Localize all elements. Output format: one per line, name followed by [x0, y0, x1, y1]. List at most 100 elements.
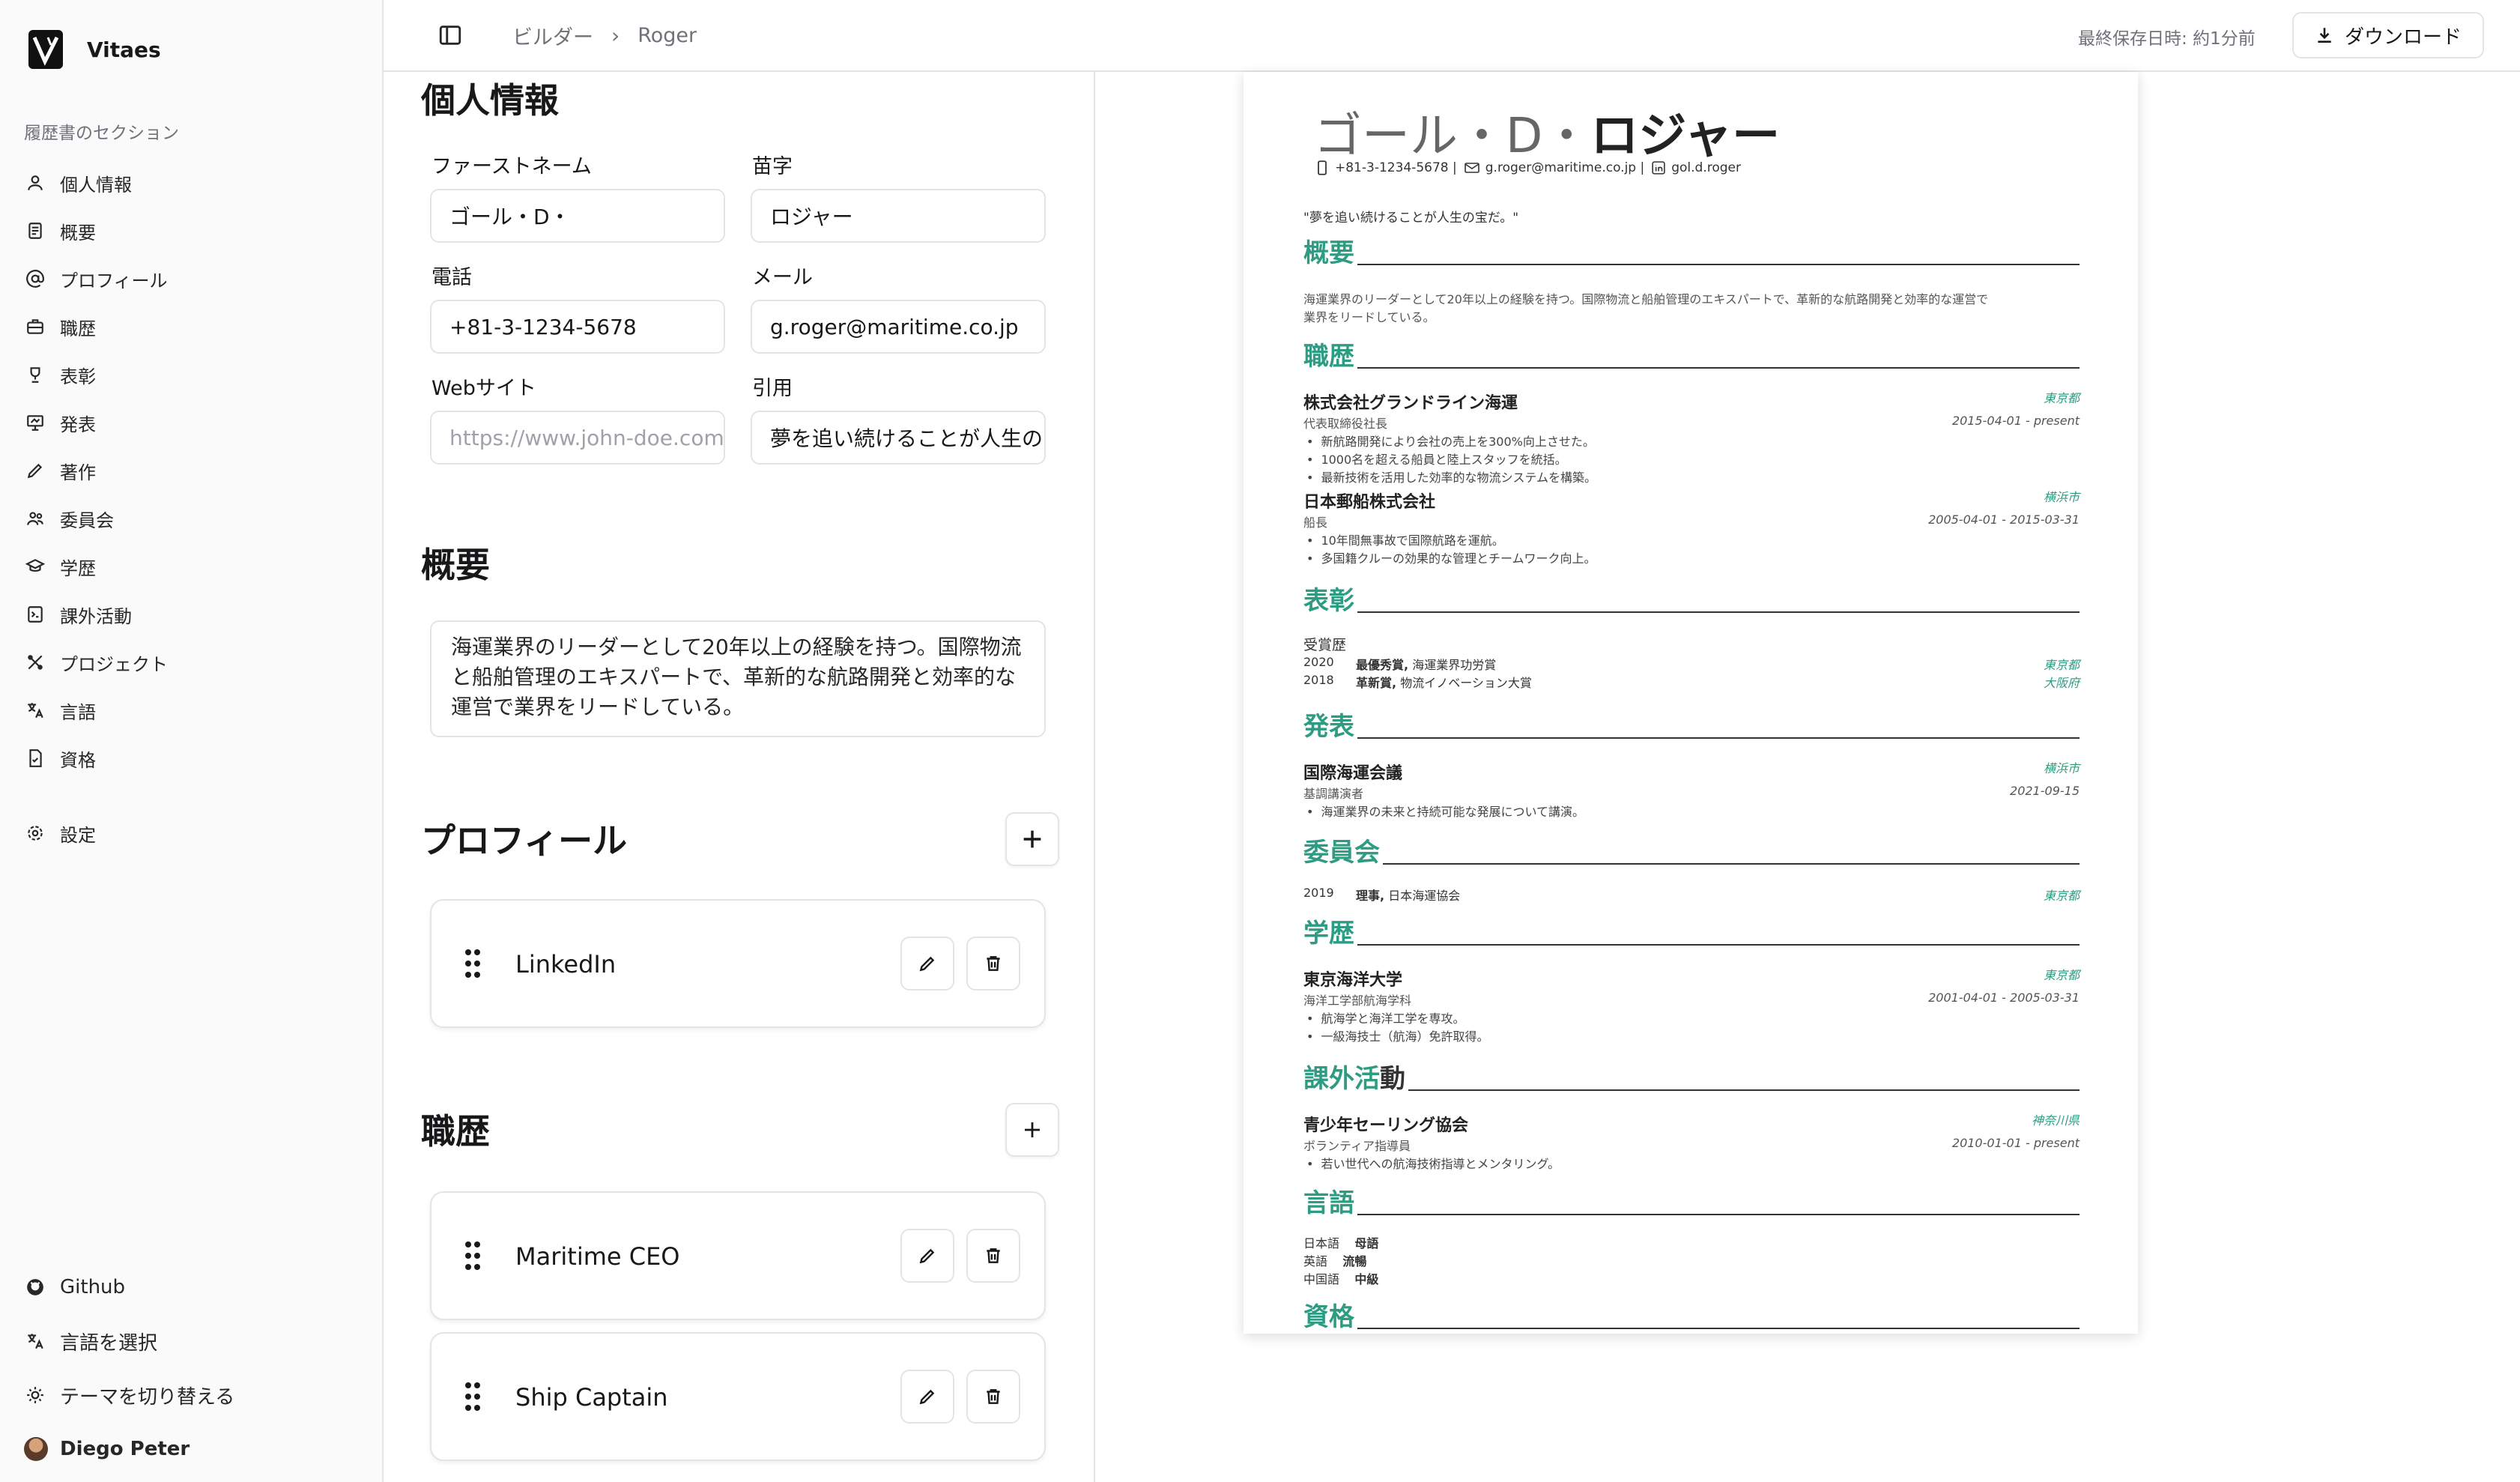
resume-award-year: 2018 — [1303, 673, 1334, 687]
activity-icon — [24, 603, 46, 626]
trash-icon — [987, 956, 1000, 971]
language-select[interactable]: 言語を選択 — [24, 1314, 234, 1368]
resume-edu-location: 東京都 — [2043, 968, 2080, 982]
resume-awards-subheading: 受賞歴 — [1303, 637, 1347, 653]
presentation-icon — [24, 411, 46, 434]
resume-award-location: 大阪府 — [2043, 676, 2080, 690]
sidebar-footer: Github 言語を選択 テーマを切り替える Diego Peter — [24, 1260, 234, 1476]
nav-activities[interactable]: 課外活動 — [24, 590, 168, 638]
certificate-icon — [24, 747, 46, 769]
delete-button[interactable] — [966, 1229, 1020, 1283]
nav-settings[interactable]: 設定 — [24, 809, 96, 857]
nav-label: 概要 — [60, 222, 96, 244]
plus-icon — [1023, 830, 1041, 848]
sun-icon — [24, 1384, 46, 1406]
resume-phone[interactable]: +81-3-1234-5678 | — [1315, 160, 1457, 175]
resume-linkedin[interactable]: gol.d.roger — [1652, 160, 1741, 175]
document-icon — [24, 220, 46, 242]
nav-label: 言語 — [60, 701, 96, 723]
edit-button[interactable] — [900, 1229, 954, 1283]
edit-button[interactable] — [900, 1370, 954, 1424]
quote-label: 引用 — [752, 377, 793, 400]
delete-button[interactable] — [966, 937, 1020, 990]
sidebar-nav: 個人情報 概要 プロフィール 職歴 表彰 発表 著作 委員会 学歴 課外活動 プ… — [24, 159, 168, 782]
nav-certificates[interactable]: 資格 — [24, 734, 168, 782]
resume-quote: "夢を追い続けることが人生の宝だ。" — [1303, 211, 1519, 226]
breadcrumb-current: Roger — [637, 24, 697, 47]
phone-field[interactable]: +81-3-1234-5678 — [430, 300, 725, 354]
nav-committees[interactable]: 委員会 — [24, 494, 168, 542]
resume-job-role: 船長 — [1303, 515, 1328, 530]
plus-icon — [1025, 1122, 1040, 1137]
breadcrumb-builder[interactable]: ビルダー — [512, 21, 593, 50]
resume-email[interactable]: g.roger@maritime.co.jp | — [1464, 160, 1644, 175]
resume-award-year: 2020 — [1303, 655, 1334, 669]
gear-icon — [24, 822, 46, 844]
resume-bullet: 1000名を超える船員と陸上スタッフを統括。 — [1306, 450, 1566, 468]
nav-profiles[interactable]: プロフィール — [24, 255, 168, 303]
profile-card[interactable]: LinkedIn — [430, 899, 1046, 1028]
users-icon — [24, 507, 46, 530]
language-icon — [24, 699, 46, 722]
nav-summary[interactable]: 概要 — [24, 207, 168, 255]
summary-textarea[interactable]: 海運業界のリーダーとして20年以上の経験を持つ。国際物流と船舶管理のエキスパート… — [430, 620, 1046, 737]
sidebar-toggle-button[interactable] — [437, 22, 463, 48]
add-experience-button[interactable] — [1005, 1103, 1059, 1157]
profiles-heading: プロフィール — [421, 820, 628, 861]
nav-personal[interactable]: 個人情報 — [24, 159, 168, 207]
linkedin-icon — [1652, 161, 1665, 175]
nav-publications[interactable]: 著作 — [24, 447, 168, 494]
nav-awards[interactable]: 表彰 — [24, 351, 168, 399]
resume-summary-line: 海運業界のリーダーとして20年以上の経験を持つ。国際物流と船舶管理のエキスパート… — [1303, 292, 1989, 306]
resume-section-summary: 概要 — [1303, 238, 2080, 268]
vitaes-logo-icon — [28, 30, 63, 69]
experience-card[interactable]: Ship Captain — [430, 1332, 1046, 1461]
section-label: 履歴書のセクション — [24, 124, 179, 143]
quote-field[interactable]: 夢を追い続けることが人生の — [751, 411, 1046, 465]
at-sign-icon — [24, 267, 46, 290]
resume-activity-date: 2010-01-01 - present — [1951, 1136, 2080, 1150]
first-name-field[interactable]: ゴール・D・ — [430, 189, 725, 243]
download-label: ダウンロード — [2344, 25, 2462, 49]
graduation-cap-icon — [24, 555, 46, 578]
experience-card[interactable]: Maritime CEO — [430, 1191, 1046, 1320]
nav-projects[interactable]: プロジェクト — [24, 638, 168, 686]
briefcase-icon — [24, 315, 46, 338]
github-link[interactable]: Github — [24, 1260, 234, 1314]
resume-page: ゴール・D・ロジャー +81-3-1234-5678 | g.roger@mar… — [1244, 72, 2138, 1334]
nav-label: 資格 — [60, 749, 96, 771]
drag-handle-icon[interactable] — [464, 949, 481, 982]
nav-talks[interactable]: 発表 — [24, 399, 168, 447]
drag-handle-icon[interactable] — [464, 1382, 481, 1415]
website-field[interactable]: https://www.john-doe.com — [430, 411, 725, 465]
add-profile-button[interactable] — [1005, 812, 1059, 866]
nav-experience[interactable]: 職歴 — [24, 303, 168, 351]
preview-panel: ゴール・D・ロジャー +81-3-1234-5678 | g.roger@mar… — [1095, 72, 2520, 1482]
resume-name: ゴール・D・ロジャー — [1314, 97, 1780, 166]
user-menu[interactable]: Diego Peter — [24, 1422, 234, 1476]
experience-title: Ship Captain — [515, 1383, 668, 1412]
edit-button[interactable] — [900, 937, 954, 990]
pencil-icon — [919, 1389, 935, 1405]
nav-label: 発表 — [60, 414, 96, 435]
resume-section-languages: 言語 — [1303, 1188, 2080, 1218]
resume-edu-date: 2001-04-01 - 2005-03-31 — [1928, 990, 2080, 1005]
email-field[interactable]: g.roger@maritime.co.jp — [751, 300, 1046, 354]
theme-toggle[interactable]: テーマを切り替える — [24, 1368, 234, 1422]
email-label: メール — [752, 266, 813, 289]
trash-icon — [987, 1389, 1000, 1404]
website-label: Webサイト — [431, 377, 536, 400]
resume-section-activities: 課外活動 — [1303, 1064, 2080, 1094]
delete-button[interactable] — [966, 1370, 1020, 1424]
resume-section-certificates: 資格 — [1303, 1302, 2080, 1332]
nav-education[interactable]: 学歴 — [24, 542, 168, 590]
drag-handle-icon[interactable] — [464, 1241, 481, 1274]
brand[interactable]: Vitaes — [28, 30, 161, 69]
profile-title: LinkedIn — [515, 950, 617, 979]
resume-award: 革新賞, 物流イノベーション大賞 — [1356, 676, 1532, 690]
pencil-icon — [919, 956, 935, 972]
last-name-field[interactable]: ロジャー — [751, 189, 1046, 243]
download-button[interactable]: ダウンロード — [2292, 12, 2484, 58]
nav-languages[interactable]: 言語 — [24, 686, 168, 734]
resume-section-experience: 職歴 — [1303, 342, 2080, 372]
